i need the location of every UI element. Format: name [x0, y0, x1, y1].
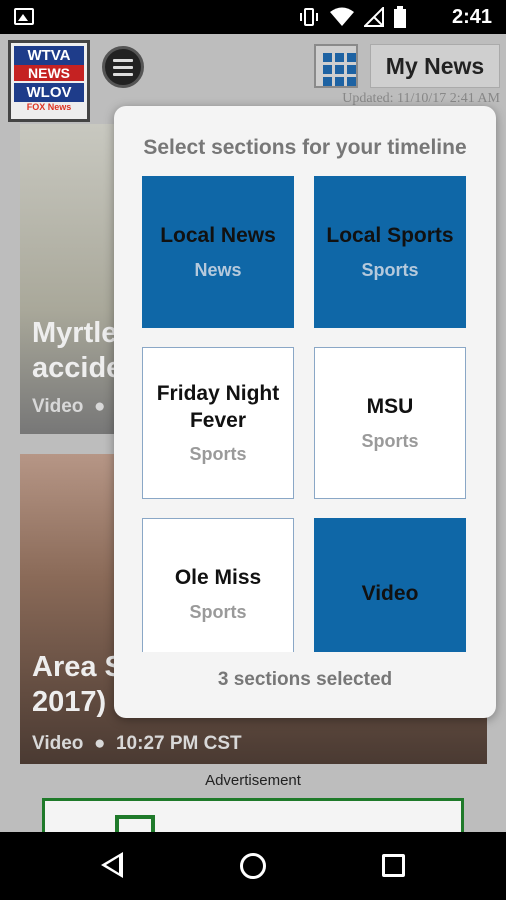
section-tile-category: Sports — [361, 259, 419, 280]
system-nav-bar — [0, 832, 506, 900]
section-tile-name: Ole Miss — [174, 566, 262, 590]
battery-icon — [394, 6, 406, 28]
section-tile-name: Local News — [160, 224, 276, 248]
section-tile-name: Local Sports — [326, 224, 454, 248]
section-tile-name: Friday Night Fever — [156, 382, 280, 432]
section-tile-category: Sports — [189, 443, 247, 464]
recents-icon[interactable] — [382, 854, 405, 877]
vibrate-icon — [300, 8, 318, 26]
section-tile-friday-night-fever[interactable]: Friday Night Fever Sports — [142, 347, 294, 499]
section-picker-dialog: Select sections for your timeline Local … — [114, 106, 496, 718]
home-icon[interactable] — [240, 853, 266, 879]
dialog-title: Select sections for your timeline — [143, 136, 467, 159]
status-time: 2:41 — [451, 6, 492, 28]
section-tile-local-sports[interactable]: Local Sports Sports — [314, 176, 466, 328]
status-bar: 2:41 — [0, 0, 506, 34]
image-icon — [14, 8, 34, 25]
wifi-icon — [330, 7, 354, 26]
section-tile-category: Sports — [189, 601, 247, 622]
back-icon[interactable] — [101, 852, 123, 878]
section-tile-name: Video — [361, 581, 419, 605]
section-tiles: Local News News Local Sports Sports Frid… — [142, 176, 468, 652]
section-tile-video[interactable]: Video — [314, 518, 466, 652]
section-tile-name: MSU — [366, 395, 414, 419]
section-tile-category: News — [194, 259, 242, 280]
selected-count: 3 sections selected — [217, 669, 393, 690]
section-tile-ole-miss[interactable]: Ole Miss Sports — [142, 518, 294, 652]
section-tile-category: Sports — [361, 430, 419, 451]
section-tile-local-news[interactable]: Local News News — [142, 176, 294, 328]
section-tile-msu[interactable]: MSU Sports — [314, 347, 466, 499]
no-signal-icon — [364, 7, 384, 27]
status-icons — [298, 6, 406, 28]
